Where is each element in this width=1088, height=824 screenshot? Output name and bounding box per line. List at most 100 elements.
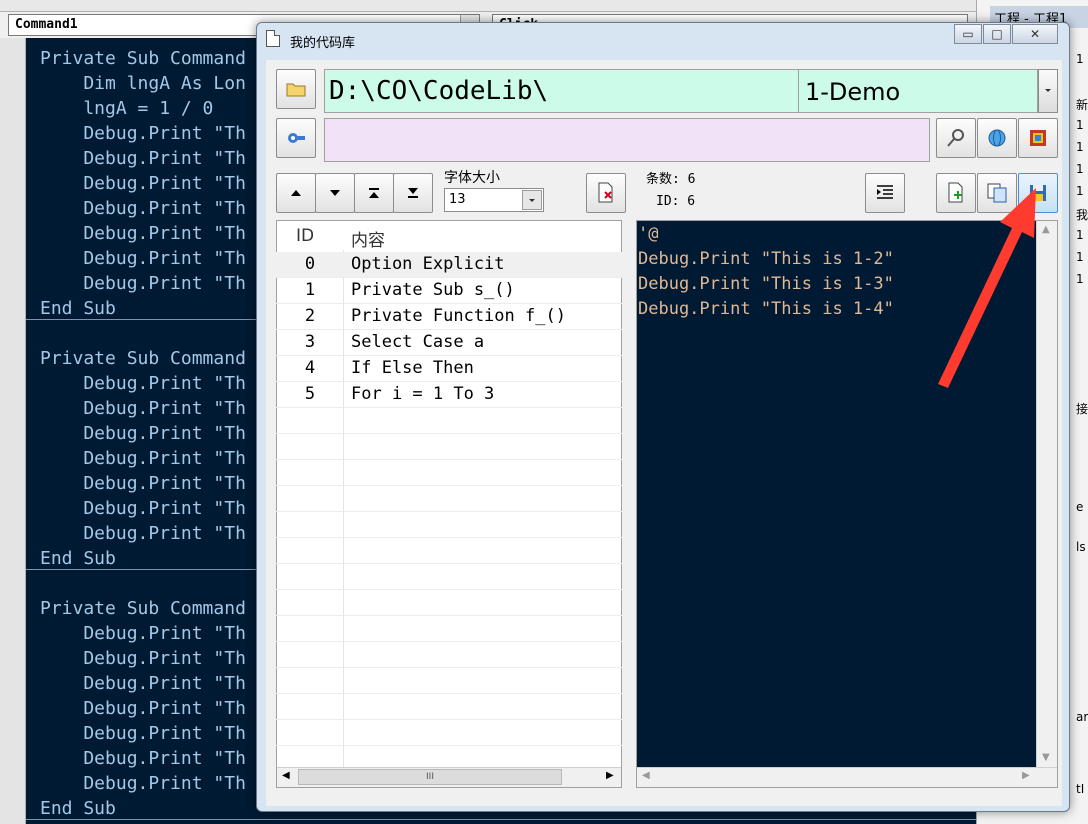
list-empty-row [276, 512, 622, 538]
maximize-button[interactable]: □ [983, 24, 1011, 44]
project-explorer-fragment: 1 [1076, 184, 1084, 198]
scroll-down-icon[interactable]: ▼ [1042, 752, 1050, 763]
close-button[interactable]: ✕ [1012, 24, 1058, 44]
annotation-arrow-icon [938, 188, 1036, 388]
library-path-field[interactable]: D:\CO\CodeLib\ [324, 69, 800, 113]
list-empty-row [276, 538, 622, 564]
search-button[interactable] [936, 118, 976, 158]
code-line: Debug.Print "Th [40, 173, 246, 194]
code-line: Debug.Print "Th [40, 223, 246, 244]
list-empty-row [276, 720, 622, 746]
code-line: Debug.Print "Th [40, 423, 246, 444]
code-line: Dim lngA As Lon [40, 73, 246, 94]
web-button[interactable] [977, 118, 1017, 158]
indent-icon [877, 185, 893, 199]
move-up-button[interactable] [276, 173, 316, 213]
font-size-label: 字体大小 [444, 170, 500, 186]
code-line: lngA = 1 / 0 [40, 98, 214, 119]
scroll-left-icon[interactable]: ◀ [642, 770, 650, 781]
font-size-value: 13 [449, 192, 466, 207]
list-item-id: 4 [304, 358, 316, 378]
library-path-value: D:\CO\CodeLib\ [329, 76, 549, 106]
list-item[interactable]: 4 If Else Then [276, 356, 622, 382]
archive-icon [1030, 130, 1046, 146]
preview-code-line: Debug.Print "This is 1-2" [638, 249, 894, 269]
code-line: Debug.Print "Th [40, 523, 246, 544]
code-line: Debug.Print "Th [40, 773, 246, 794]
list-item-content: For i = 1 To 3 [351, 384, 495, 404]
project-explorer-fragment: 1 [1076, 250, 1084, 264]
scroll-left-icon[interactable]: ◀ [282, 770, 290, 781]
chevron-down-icon [1045, 89, 1051, 92]
open-folder-button[interactable] [276, 69, 316, 109]
code-line: Debug.Print "Th [40, 648, 246, 669]
library-select-value: 1-Demo [805, 78, 901, 106]
document-icon [266, 30, 280, 47]
project-explorer-fragment: ar [1076, 710, 1088, 724]
list-item[interactable]: 3 Select Case a [276, 330, 622, 356]
code-line-header: Private Sub Command [40, 48, 246, 69]
list-empty-row [276, 642, 622, 668]
preview-code-line: Debug.Print "This is 1-3" [638, 274, 894, 294]
project-explorer-fragment: 1 [1076, 162, 1084, 176]
move-top-button[interactable] [354, 173, 394, 213]
code-gutter [0, 38, 26, 824]
preview-code-line: '@ [638, 224, 659, 244]
project-explorer-fragment: 1 [1076, 140, 1084, 154]
project-explorer-fragment: ls [1076, 540, 1086, 554]
arrow-top-icon [369, 188, 379, 198]
delete-document-icon [598, 182, 613, 203]
scroll-grip-icon: III [426, 772, 434, 782]
current-id-label: ID: 6 [656, 194, 696, 209]
dialog-title: 我的代码库 [290, 36, 356, 51]
font-size-dropdown-button[interactable] [522, 190, 542, 210]
code-line-footer: End Sub [40, 798, 116, 819]
globe-icon [988, 129, 1006, 147]
delete-button[interactable] [586, 173, 626, 213]
project-explorer-fragment: 1 [1076, 272, 1084, 286]
list-item-id: 2 [304, 306, 316, 326]
list-item[interactable]: 2 Private Function f_() [276, 304, 622, 330]
indent-button[interactable] [865, 173, 905, 213]
list-empty-row [276, 486, 622, 512]
code-line: Debug.Print "Th [40, 148, 246, 169]
search-input[interactable] [324, 118, 930, 162]
list-header-id[interactable]: ID [296, 226, 314, 246]
list-header-content[interactable]: 内容 [351, 226, 385, 251]
preview-code-line: Debug.Print "This is 1-4" [638, 299, 894, 319]
settings-button[interactable] [276, 118, 316, 158]
move-bottom-button[interactable] [393, 173, 433, 213]
list-empty-row [276, 694, 622, 720]
list-item-content: If Else Then [351, 358, 474, 378]
move-down-button[interactable] [315, 173, 355, 213]
code-line: Debug.Print "Th [40, 623, 246, 644]
minimize-button[interactable]: ▭ [954, 24, 982, 44]
code-line: Debug.Print "Th [40, 448, 246, 469]
list-item-id: 5 [304, 384, 316, 404]
list-item[interactable]: 0 Option Explicit [276, 252, 622, 278]
list-item[interactable]: 1 Private Sub s_() [276, 278, 622, 304]
object-combo-value: Command1 [15, 17, 78, 32]
code-line-footer: End Sub [40, 298, 116, 319]
code-line: Debug.Print "Th [40, 273, 246, 294]
ide-toolbar [0, 0, 1088, 12]
list-empty-row [276, 668, 622, 694]
folder-icon [286, 83, 306, 97]
scroll-right-icon[interactable]: ▶ [606, 770, 614, 781]
item-count-label: 条数: 6 [646, 172, 696, 187]
close-icon: ✕ [1029, 27, 1041, 41]
preview-horizontal-scrollbar[interactable] [637, 767, 1057, 787]
arrow-bottom-icon [408, 188, 418, 198]
code-line-header: Private Sub Command [40, 348, 246, 369]
library-select[interactable]: 1-Demo [798, 69, 1038, 113]
list-scroll-thumb[interactable]: III [298, 769, 562, 785]
export-button[interactable] [1018, 118, 1058, 158]
code-line: Debug.Print "Th [40, 248, 246, 269]
list-item[interactable]: 5 For i = 1 To 3 [276, 382, 622, 408]
code-line: Debug.Print "Th [40, 748, 246, 769]
list-item-content: Private Sub s_() [351, 280, 515, 300]
library-dropdown-button[interactable] [1038, 69, 1058, 113]
project-explorer-fragment: tI [1076, 782, 1085, 796]
scroll-right-icon[interactable]: ▶ [1022, 770, 1030, 781]
list-empty-row [276, 434, 622, 460]
